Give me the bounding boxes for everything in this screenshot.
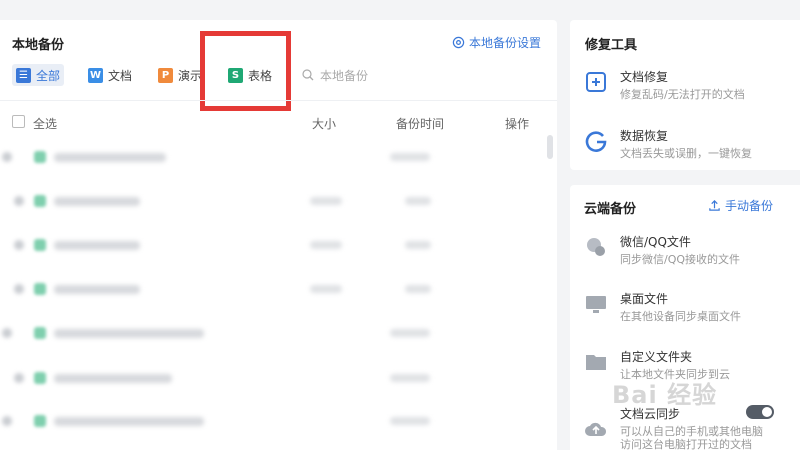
local-backup-settings-link[interactable]: 本地备份设置 [452, 34, 541, 51]
document-repair-desc: 修复乱码/无法打开的文档 [620, 88, 745, 101]
settings-icon [452, 36, 465, 49]
upload-icon [709, 200, 720, 211]
row-file-name [54, 153, 166, 162]
select-all-checkbox[interactable] [12, 115, 25, 128]
chat-files-desc: 同步微信/QQ接收的文件 [620, 253, 741, 266]
row-file-size [310, 285, 342, 293]
row-expander[interactable] [2, 328, 12, 338]
row-file-size [310, 197, 342, 205]
data-recovery-name: 数据恢复 [620, 129, 669, 143]
data-recovery-item[interactable]: 数据恢复 文档丢失或误删，一键恢复 [584, 127, 794, 167]
highlight-box [200, 31, 291, 111]
row-backup-time [390, 329, 430, 337]
tab-documents-label: 文档 [108, 68, 133, 83]
spreadsheet-file-icon [34, 372, 46, 384]
document-cloud-sync-desc-2: 访问这台电脑打开过的文档 [620, 438, 752, 450]
desktop-files-name: 桌面文件 [620, 292, 669, 306]
table-row[interactable] [0, 279, 550, 299]
row-file-size [310, 241, 342, 249]
search-box[interactable]: 本地备份 [302, 64, 368, 86]
repair-tools-title: 修复工具 [585, 38, 638, 53]
row-backup-time [405, 285, 431, 293]
manual-backup-label: 手动备份 [725, 199, 774, 213]
local-backup-title: 本地备份 [12, 38, 65, 53]
custom-folder-name: 自定义文件夹 [620, 350, 693, 364]
column-size: 大小 [312, 117, 337, 131]
row-backup-time [390, 153, 430, 161]
manual-backup-link[interactable]: 手动备份 [708, 197, 773, 214]
table-row[interactable] [0, 368, 550, 388]
desktop-icon [586, 296, 606, 313]
table-row[interactable] [0, 323, 550, 343]
row-file-name [54, 374, 172, 383]
cloud-backup-title: 云端备份 [584, 202, 637, 217]
header-divider [0, 100, 557, 101]
search-icon [302, 69, 314, 81]
table-row[interactable] [0, 191, 550, 211]
row-file-name [54, 241, 140, 250]
presentation-icon: P [158, 67, 173, 83]
watermark: Bai 经验 [612, 381, 718, 409]
settings-link-label: 本地备份设置 [469, 36, 542, 50]
row-file-name [54, 197, 140, 206]
chat-files-icon [587, 238, 605, 256]
document-repair-icon [586, 72, 606, 92]
search-placeholder: 本地备份 [320, 68, 369, 83]
spreadsheet-file-icon [34, 415, 46, 427]
document-repair-item[interactable]: 文档修复 修复乱码/无法打开的文档 [584, 68, 794, 108]
row-expander[interactable] [2, 152, 12, 162]
tab-all-label: 全部 [36, 68, 61, 83]
row-file-name [54, 329, 204, 338]
spreadsheet-file-icon [34, 195, 46, 207]
desktop-files-item[interactable]: 桌面文件 在其他设备同步桌面文件 [584, 290, 794, 330]
spreadsheet-file-icon [34, 283, 46, 295]
row-backup-time [390, 417, 430, 425]
data-recovery-desc: 文档丢失或误删，一键恢复 [620, 147, 752, 160]
row-expander[interactable] [14, 196, 24, 206]
row-backup-time [390, 374, 430, 382]
word-doc-icon: W [88, 67, 103, 83]
spreadsheet-file-icon [34, 239, 46, 251]
data-recovery-icon [585, 131, 607, 152]
cloud-sync-toggle[interactable] [746, 405, 774, 419]
column-action: 操作 [505, 117, 530, 131]
column-backup-time: 备份时间 [396, 117, 445, 131]
table-row[interactable] [0, 235, 550, 255]
table-row[interactable] [0, 147, 550, 167]
tab-documents[interactable]: W 文档 [84, 64, 136, 86]
select-all-label: 全选 [33, 117, 58, 131]
spreadsheet-file-icon [34, 151, 46, 163]
row-expander[interactable] [14, 373, 24, 383]
table-row[interactable] [0, 411, 550, 431]
document-repair-name: 文档修复 [620, 70, 669, 84]
tab-presentations-label: 演示 [178, 68, 203, 83]
row-backup-time [405, 197, 431, 205]
list-icon: ☰ [16, 67, 31, 83]
row-file-name [54, 417, 204, 426]
folder-icon [586, 355, 606, 370]
row-backup-time [405, 241, 431, 249]
chat-files-name: 微信/QQ文件 [620, 235, 691, 249]
chat-files-item[interactable]: 微信/QQ文件 同步微信/QQ接收的文件 [584, 233, 794, 273]
row-expander[interactable] [14, 240, 24, 250]
spreadsheet-file-icon [34, 327, 46, 339]
row-file-name [54, 285, 140, 294]
row-expander[interactable] [2, 416, 12, 426]
desktop-files-desc: 在其他设备同步桌面文件 [620, 310, 741, 323]
tab-all[interactable]: ☰ 全部 [12, 64, 65, 86]
cloud-upload-icon [585, 422, 607, 436]
tab-presentations[interactable]: P 演示 [154, 64, 206, 86]
row-expander[interactable] [14, 284, 24, 294]
